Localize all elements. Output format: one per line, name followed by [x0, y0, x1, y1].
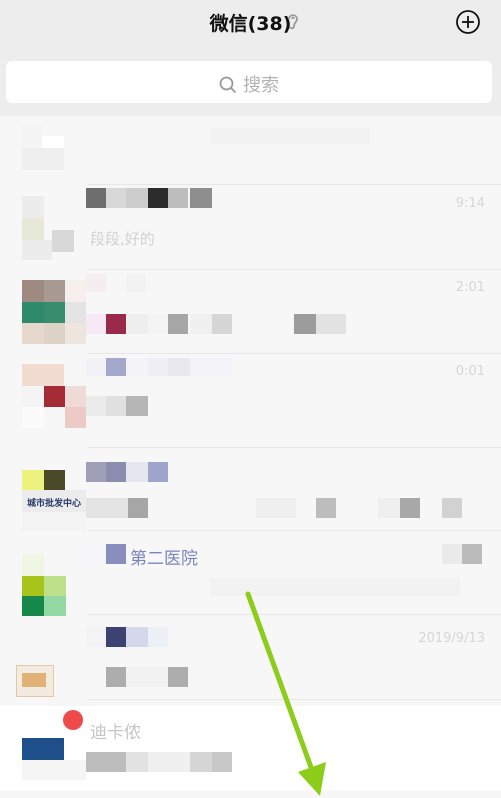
arrow-annotation: [245, 591, 326, 796]
